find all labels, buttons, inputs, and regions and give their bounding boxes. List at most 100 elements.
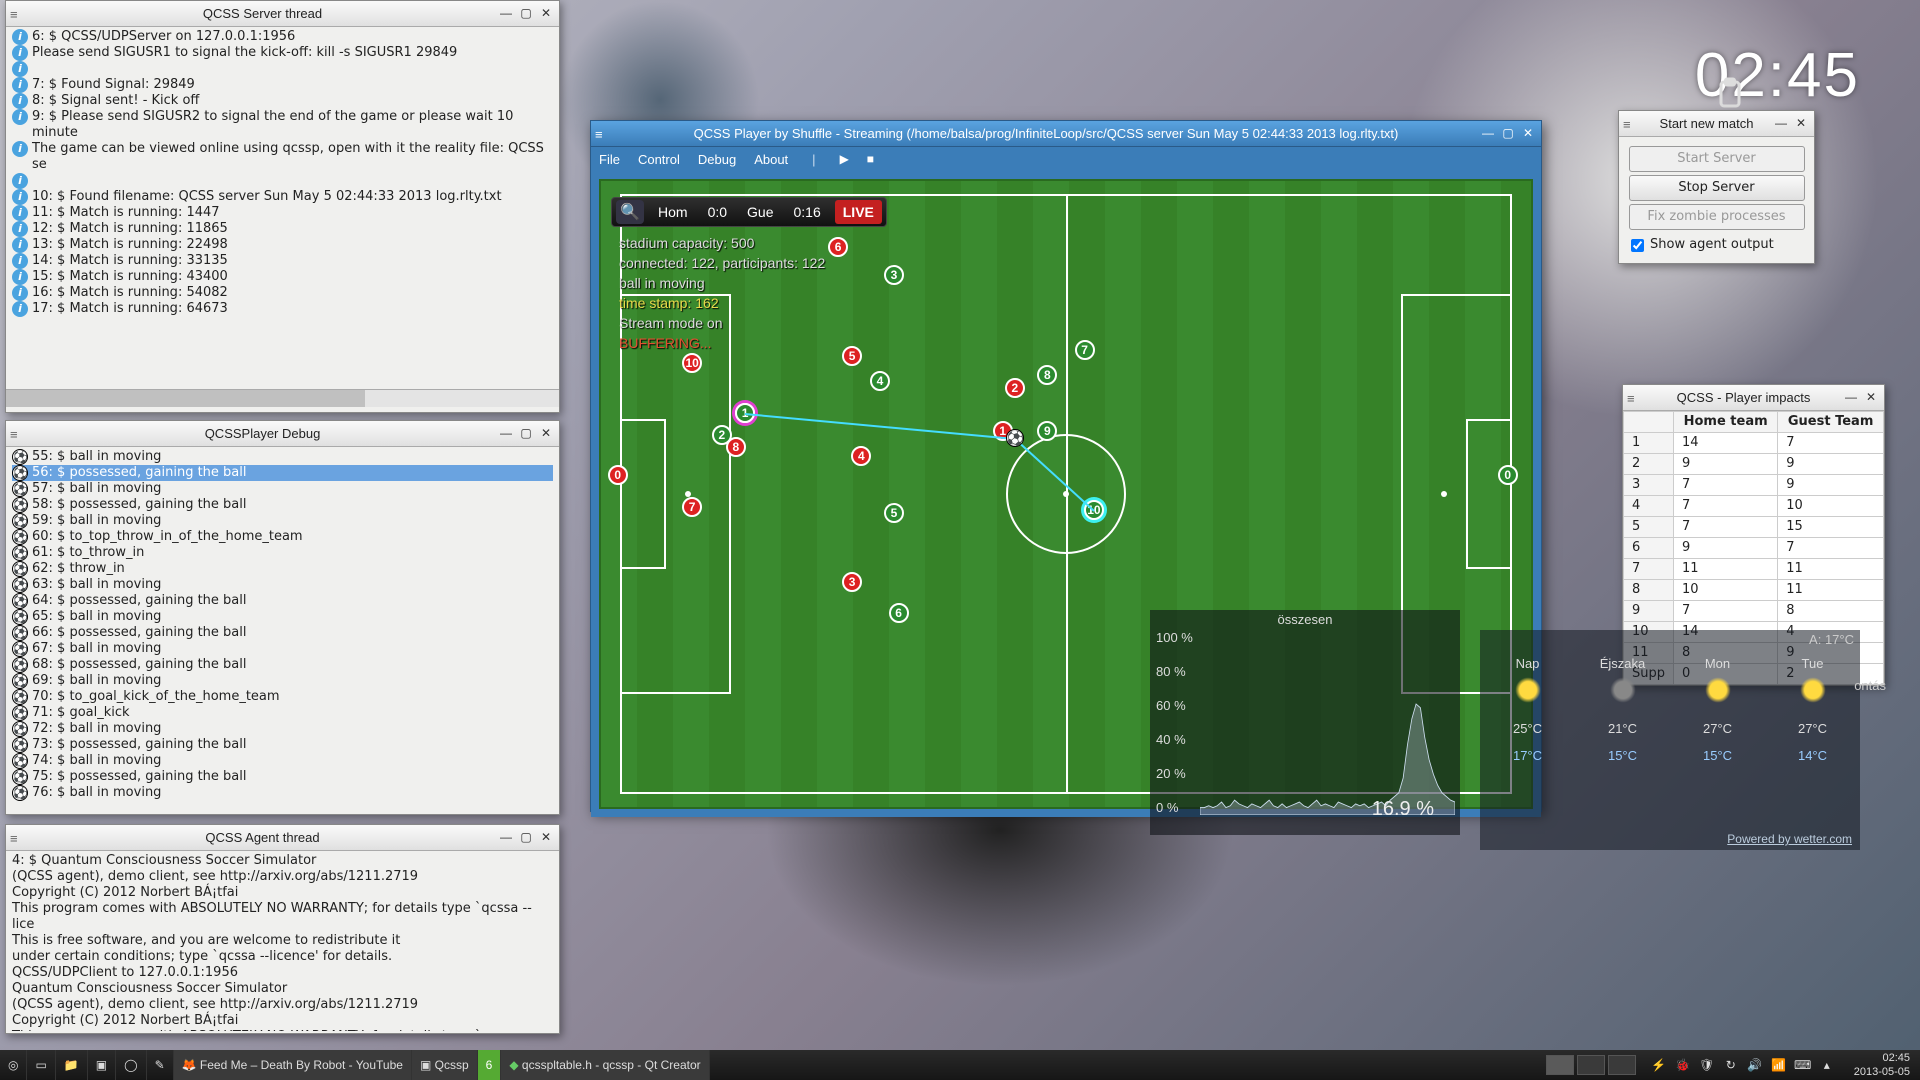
- taskbar-clock[interactable]: 02:45 2013-05-05: [1844, 1051, 1920, 1079]
- window-titlebar[interactable]: ≡ QCSS Server thread — ▢ ✕: [6, 1, 559, 27]
- log-line[interactable]: Copyright (C) 2012 Norbert BÁ¡tfai: [12, 885, 553, 901]
- start-server-button[interactable]: Start Server: [1629, 146, 1805, 172]
- home-player-10[interactable]: 10: [682, 353, 702, 373]
- home-player-5[interactable]: 5: [842, 346, 862, 366]
- home-player-2[interactable]: 2: [1005, 378, 1025, 398]
- log-line[interactable]: i13: $ Match is running: 22498: [12, 237, 553, 253]
- minimize-button[interactable]: —: [1479, 125, 1497, 143]
- maximize-button[interactable]: ▢: [517, 425, 535, 443]
- log-line[interactable]: Quantum Consciousness Soccer Simulator: [12, 981, 553, 997]
- guest-player-3[interactable]: 3: [884, 265, 904, 285]
- log-line[interactable]: 75: $ possessed, gaining the ball: [12, 769, 553, 785]
- terminal-button[interactable]: ▣: [88, 1050, 116, 1080]
- log-line[interactable]: 72: $ ball in moving: [12, 721, 553, 737]
- log-line[interactable]: 74: $ ball in moving: [12, 753, 553, 769]
- table-row[interactable]: 379: [1624, 475, 1884, 496]
- home-player-7[interactable]: 7: [682, 497, 702, 517]
- log-line[interactable]: 4: $ Quantum Consciousness Soccer Simula…: [12, 853, 553, 869]
- close-button[interactable]: ✕: [537, 5, 555, 23]
- log-line[interactable]: 60: $ to_top_throw_in_of_the_home_team: [12, 529, 553, 545]
- bug-icon[interactable]: 🐞: [1674, 1058, 1692, 1072]
- agent-log[interactable]: 4: $ Quantum Consciousness Soccer Simula…: [6, 851, 559, 1031]
- guest-player-0[interactable]: 0: [1498, 465, 1518, 485]
- window-titlebar[interactable]: ≡ Start new match — ✕: [1619, 111, 1814, 137]
- log-line[interactable]: 62: $ throw_in: [12, 561, 553, 577]
- table-row[interactable]: 978: [1624, 601, 1884, 622]
- window-titlebar[interactable]: ≡ QCSS Agent thread — ▢ ✕: [6, 825, 559, 851]
- maximize-button[interactable]: ▢: [517, 5, 535, 23]
- log-line[interactable]: This program comes with ABSOLUTELY NO WA…: [12, 901, 553, 933]
- minimize-button[interactable]: —: [1842, 389, 1860, 407]
- table-row[interactable]: 299: [1624, 454, 1884, 475]
- guest-player-5[interactable]: 5: [884, 503, 904, 523]
- log-line[interactable]: 73: $ possessed, gaining the ball: [12, 737, 553, 753]
- log-line[interactable]: 71: $ goal_kick: [12, 705, 553, 721]
- table-row[interactable]: 1147: [1624, 433, 1884, 454]
- close-button[interactable]: ✕: [537, 425, 555, 443]
- stop-server-button[interactable]: Stop Server: [1629, 175, 1805, 201]
- log-line[interactable]: 59: $ ball in moving: [12, 513, 553, 529]
- volume-icon[interactable]: 🔊: [1746, 1058, 1764, 1072]
- log-line[interactable]: 70: $ to_goal_kick_of_the_home_team: [12, 689, 553, 705]
- table-row[interactable]: 4710: [1624, 496, 1884, 517]
- file-manager-button[interactable]: 📁: [56, 1050, 88, 1080]
- close-button[interactable]: ✕: [1862, 389, 1880, 407]
- close-button[interactable]: ✕: [1792, 115, 1810, 133]
- weather-link[interactable]: Powered by wetter.com: [1727, 832, 1852, 846]
- log-line[interactable]: i9: $ Please send SIGUSR2 to signal the …: [12, 109, 553, 141]
- guest-player-8[interactable]: 8: [1037, 365, 1057, 385]
- start-menu-button[interactable]: ◎: [0, 1050, 27, 1080]
- log-line[interactable]: (QCSS agent), demo client, see http://ar…: [12, 997, 553, 1013]
- system-tray[interactable]: ⚡ 🐞 🛡 ↻ 🔊 📶 ⌨ ▴: [1642, 1058, 1844, 1072]
- guest-player-6[interactable]: 6: [889, 603, 909, 623]
- log-line[interactable]: This program comes with ABSOLUTELY NO WA…: [12, 1029, 553, 1031]
- log-line[interactable]: i15: $ Match is running: 43400: [12, 269, 553, 285]
- taskbar-item[interactable]: ◆ qcsspltable.h - qcssp - Qt Creator: [501, 1050, 709, 1080]
- log-line[interactable]: QCSS/UDPClient to 127.0.0.1:1956: [12, 965, 553, 981]
- maximize-button[interactable]: ▢: [517, 829, 535, 847]
- guest-player-4[interactable]: 4: [870, 371, 890, 391]
- log-line[interactable]: 68: $ possessed, gaining the ball: [12, 657, 553, 673]
- battery-icon[interactable]: ⚡: [1650, 1058, 1668, 1072]
- log-line[interactable]: 57: $ ball in moving: [12, 481, 553, 497]
- close-button[interactable]: ✕: [537, 829, 555, 847]
- badge-count[interactable]: 6: [478, 1050, 502, 1080]
- window-titlebar[interactable]: ≡ QCSS - Player impacts — ✕: [1623, 385, 1884, 411]
- table-header[interactable]: [1624, 412, 1674, 433]
- log-line[interactable]: i7: $ Found Signal: 29849: [12, 77, 553, 93]
- log-line[interactable]: 69: $ ball in moving: [12, 673, 553, 689]
- log-line[interactable]: 61: $ to_throw_in: [12, 545, 553, 561]
- log-line[interactable]: i: [12, 173, 553, 189]
- checkbox-input[interactable]: [1631, 239, 1644, 252]
- stop-icon[interactable]: ■: [867, 152, 874, 166]
- log-line[interactable]: 64: $ possessed, gaining the ball: [12, 593, 553, 609]
- debug-log[interactable]: 55: $ ball in moving56: $ possessed, gai…: [6, 447, 559, 813]
- log-line[interactable]: iThe game can be viewed online using qcs…: [12, 141, 553, 173]
- home-player-0[interactable]: 0: [608, 465, 628, 485]
- log-line[interactable]: i10: $ Found filename: QCSS server Sun M…: [12, 189, 553, 205]
- show-agent-output-checkbox[interactable]: Show agent output: [1623, 233, 1810, 257]
- guest-player-7[interactable]: 7: [1075, 340, 1095, 360]
- home-player-3[interactable]: 3: [842, 572, 862, 592]
- home-player-4[interactable]: 4: [851, 446, 871, 466]
- server-log[interactable]: i6: $ QCSS/UDPServer on 127.0.0.1:1956iP…: [6, 27, 559, 389]
- table-header[interactable]: Home team: [1674, 412, 1778, 433]
- guest-player-2[interactable]: 2: [712, 425, 732, 445]
- keyboard-icon[interactable]: ⌨: [1794, 1058, 1812, 1072]
- menu-control[interactable]: Control: [638, 152, 680, 167]
- taskbar-item[interactable]: ▣ Qcssp: [412, 1050, 478, 1080]
- log-line[interactable]: i12: $ Match is running: 11865: [12, 221, 553, 237]
- table-row[interactable]: 697: [1624, 538, 1884, 559]
- window-titlebar[interactable]: ≡ QCSSPlayer Debug — ▢ ✕: [6, 421, 559, 447]
- log-line[interactable]: Copyright (C) 2012 Norbert BÁ¡tfai: [12, 1013, 553, 1029]
- network-icon[interactable]: 📶: [1770, 1058, 1788, 1072]
- workspace-pager[interactable]: [1540, 1055, 1642, 1075]
- menu-about[interactable]: About: [754, 152, 788, 167]
- editor-button[interactable]: ✎: [147, 1050, 174, 1080]
- log-line[interactable]: i8: $ Signal sent! - Kick off: [12, 93, 553, 109]
- taskbar[interactable]: ◎ ▭ 📁 ▣ ◯ ✎ 🦊 Feed Me – Death By Robot -…: [0, 1050, 1920, 1080]
- table-row[interactable]: 81011: [1624, 580, 1884, 601]
- log-line[interactable]: 76: $ ball in moving: [12, 785, 553, 801]
- log-line[interactable]: iPlease send SIGUSR1 to signal the kick-…: [12, 45, 553, 61]
- log-line[interactable]: 66: $ possessed, gaining the ball: [12, 625, 553, 641]
